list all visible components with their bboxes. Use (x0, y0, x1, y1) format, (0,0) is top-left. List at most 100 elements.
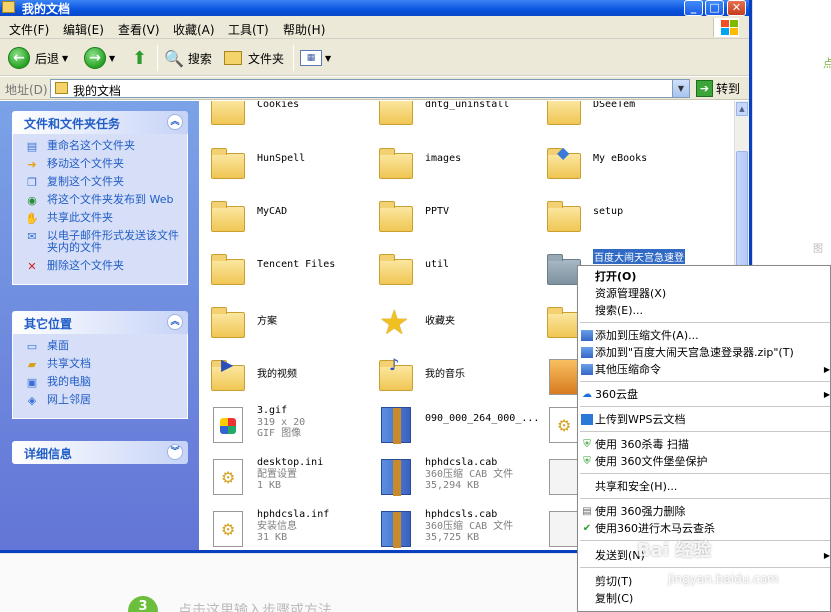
chevron-down-icon[interactable]: ︾ (167, 444, 183, 460)
file-item[interactable]: Cookies (203, 101, 371, 137)
rename-icon: ▤ (26, 140, 38, 153)
back-button[interactable]: ← 后退 ▼ (8, 45, 68, 71)
file-type: GIF 图像 (257, 428, 302, 439)
ctx-explorer[interactable]: 资源管理器(X) (578, 285, 830, 302)
task-publish-web[interactable]: ◉ 将这个文件夹发布到 Web (25, 194, 187, 208)
other-places-header[interactable]: 其它位置 ︽ (12, 311, 188, 334)
cloud-icon: ☁ (582, 389, 592, 400)
views-button[interactable]: ▦ ▼ (300, 45, 331, 71)
file-item[interactable]: Tencent Files (203, 247, 371, 297)
address-input[interactable]: 我的文档 ▼ (50, 79, 690, 98)
archive-icon (581, 347, 593, 358)
scroll-up-arrow-icon[interactable]: ▲ (736, 102, 748, 116)
task-move-folder[interactable]: ➜ 移动这个文件夹 (25, 158, 187, 172)
ctx-search[interactable]: 搜索(E)... (578, 302, 830, 319)
folder-icon (211, 148, 245, 179)
file-item[interactable]: DSeeTem (539, 101, 707, 137)
ctx-copy[interactable]: 复制(C) (578, 590, 830, 607)
menu-view[interactable]: 查看(V) (118, 21, 160, 38)
file-item[interactable]: ★ 收藏夹 (371, 300, 539, 350)
task-rename-folder[interactable]: ▤ 重命名这个文件夹 (25, 140, 187, 154)
menu-edit[interactable]: 编辑(E) (63, 21, 104, 38)
close-button[interactable]: ✕ (727, 0, 746, 16)
chevron-up-icon[interactable]: ︽ (167, 314, 183, 330)
ctx-upload-wps[interactable]: 上传到WPS云文档 (578, 411, 830, 428)
file-item[interactable]: ▶ 我的视频 (203, 353, 371, 403)
maximize-button[interactable]: □ (705, 0, 724, 16)
file-item[interactable]: hphdcsla.cab 360压缩 CAB 文件 35,294 KB (371, 453, 539, 503)
file-item[interactable]: setup (539, 194, 707, 244)
file-item[interactable]: images (371, 141, 539, 191)
desktop-icon: ▭ (26, 340, 38, 353)
place-shared-documents[interactable]: ▰ 共享文档 (25, 358, 187, 372)
file-name: 百度大闹天宫急速登 (593, 249, 685, 264)
ctx-other-compress[interactable]: 其他压缩命令 ▶ (578, 361, 830, 378)
step-input-hint[interactable]: 点击这里输入步骤或方法 (178, 600, 332, 612)
chevron-up-icon[interactable]: ︽ (167, 114, 183, 130)
file-item[interactable]: hphdcsls.cab 360压缩 CAB 文件 35,725 KB (371, 505, 539, 550)
task-email-files[interactable]: ✉ 以电子邮件形式发送该文件夹内的文件 (25, 230, 187, 254)
ctx-360-force-delete[interactable]: ▤ 使用 360强力删除 (578, 503, 830, 520)
details-panel: 详细信息 ︾ (12, 441, 188, 464)
ctx-add-to-archive[interactable]: 添加到压缩文件(A)... (578, 327, 830, 344)
ctx-share-security[interactable]: 共享和安全(H)... (578, 478, 830, 495)
star-icon: ★ (379, 303, 410, 343)
file-tasks-header[interactable]: 文件和文件夹任务 ︽ (12, 111, 188, 134)
place-my-computer[interactable]: ▣ 我的电脑 (25, 376, 187, 390)
minimize-button[interactable]: _ (684, 0, 703, 16)
ctx-open[interactable]: 打开(O) (578, 268, 830, 285)
baidu-watermark-url: jingyan.baidu.com (668, 572, 779, 586)
details-title: 详细信息 (24, 447, 73, 461)
back-label: 后退 (35, 51, 60, 66)
search-button[interactable]: 🔍 搜索 (164, 45, 212, 71)
file-item[interactable]: HunSpell (203, 141, 371, 191)
go-button[interactable]: ➔ 转到 (696, 79, 740, 98)
ctx-360-scan[interactable]: ⛨ 使用 360杀毒 扫描 (578, 436, 830, 453)
file-item[interactable]: ♪ 我的音乐 (371, 353, 539, 403)
task-copy-folder[interactable]: ❐ 复制这个文件夹 (25, 176, 187, 190)
shield-check-icon: ✔ (582, 523, 592, 534)
up-arrow-icon: ⬆ (132, 47, 148, 69)
place-desktop[interactable]: ▭ 桌面 (25, 340, 187, 354)
file-item[interactable]: 方案 (203, 300, 371, 350)
ctx-360-cloud[interactable]: ☁ 360云盘 ▶ (578, 386, 830, 403)
file-item[interactable]: ◆ My eBooks (539, 141, 707, 191)
ctx-add-to-zip[interactable]: 添加到"百度大闹天宫急速登录器.zip"(T) (578, 344, 830, 361)
file-item[interactable]: MyCAD (203, 194, 371, 244)
search-icon: 🔍 (164, 48, 184, 68)
other-places-title: 其它位置 (24, 317, 73, 331)
file-item[interactable]: 090_000_264_000_... (371, 401, 539, 451)
address-bar: 地址(D) 我的文档 ▼ ➔ 转到 (0, 77, 749, 100)
chevron-down-icon[interactable]: ▼ (672, 80, 689, 97)
file-item[interactable]: hphdcsla.inf 安装信息 31 KB (203, 505, 371, 550)
folders-button[interactable]: 文件夹 (224, 45, 284, 71)
ctx-360-protect[interactable]: ⛨ 使用 360文件堡垒保护 (578, 453, 830, 470)
folder-icon (211, 201, 245, 232)
folder-icon (211, 101, 245, 125)
forward-button[interactable]: → ▼ (84, 45, 115, 71)
task-delete-folder[interactable]: ✕ 删除这个文件夹 (25, 260, 187, 274)
background-gray-text: 图 (813, 244, 823, 255)
menu-help[interactable]: 帮助(H) (283, 21, 325, 38)
back-arrow-icon: ← (8, 47, 30, 69)
globe-icon: ◉ (27, 194, 37, 207)
file-name: 3.gif (257, 405, 288, 416)
file-item[interactable]: dntg_uninstall (371, 101, 539, 137)
place-network[interactable]: ◈ 网上邻居 (25, 394, 187, 408)
file-item[interactable]: desktop.ini 配置设置 1 KB (203, 453, 371, 503)
menu-favorites[interactable]: 收藏(A) (173, 21, 215, 38)
file-item[interactable]: util (371, 247, 539, 297)
menu-tools[interactable]: 工具(T) (228, 21, 269, 38)
file-item[interactable]: 3.gif 319 x 20 GIF 图像 (203, 401, 371, 451)
gif-file-icon (213, 407, 243, 443)
up-folder-button[interactable]: ⬆ (132, 45, 147, 71)
task-share-folder[interactable]: ✋ 共享此文件夹 (25, 212, 187, 226)
go-arrow-icon: ➔ (696, 80, 713, 97)
file-item[interactable]: PPTV (371, 194, 539, 244)
title-bar[interactable]: 我的文档 _ □ ✕ (0, 0, 749, 16)
ctx-360-trojan-scan[interactable]: ✔ 使用360进行木马云查杀 (578, 520, 830, 537)
computer-icon: ▣ (26, 376, 38, 389)
file-name: util (425, 259, 450, 270)
menu-file[interactable]: 文件(F) (9, 21, 49, 38)
details-header[interactable]: 详细信息 ︾ (12, 441, 188, 464)
